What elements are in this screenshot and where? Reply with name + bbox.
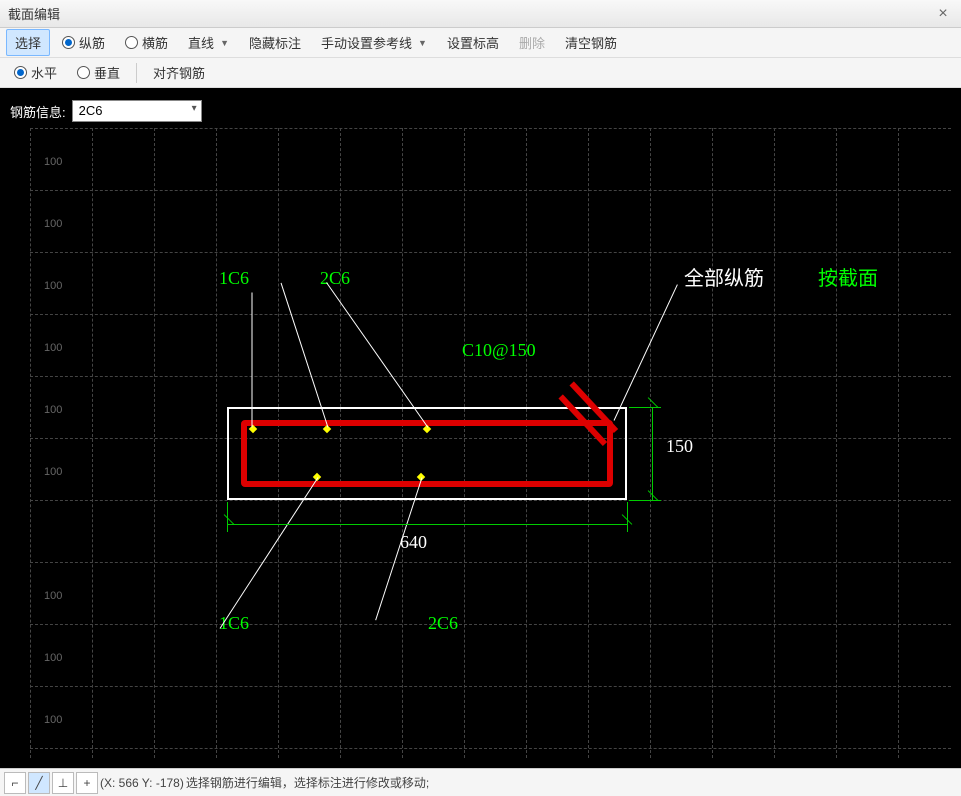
longitudinal-label: 纵筋 (79, 33, 105, 52)
status-coords: (X: 566 Y: -178) (100, 776, 184, 790)
annotation-2c6-bottom[interactable]: 2C6 (428, 613, 458, 634)
toolbar-align: 水平 垂直 对齐钢筋 (0, 58, 961, 88)
grid-label: 100 (44, 714, 62, 726)
grid-line (30, 748, 951, 749)
horizontal-label: 水平 (31, 63, 57, 82)
clear-rebar-button[interactable]: 清空钢筋 (557, 30, 625, 55)
chevron-down-icon: ▼ (220, 38, 229, 48)
dim-ext-line (627, 502, 628, 532)
snap-endpoint-icon[interactable]: ⌐ (4, 772, 26, 794)
grid-label: 100 (44, 466, 62, 478)
radio-icon (125, 36, 138, 49)
radio-icon (14, 66, 27, 79)
grid-line (154, 128, 155, 758)
longitudinal-radio[interactable]: 纵筋 (54, 30, 113, 55)
horizontal-radio[interactable]: 水平 (6, 60, 65, 85)
radio-icon (77, 66, 90, 79)
snap-cross-icon[interactable]: + (76, 772, 98, 794)
grid-line (30, 128, 31, 758)
annotation-c10-150[interactable]: C10@150 (462, 340, 536, 361)
close-icon[interactable]: × (933, 4, 953, 24)
transverse-label: 横筋 (142, 33, 168, 52)
delete-button[interactable]: 删除 (511, 30, 553, 55)
vertical-radio[interactable]: 垂直 (69, 60, 128, 85)
grid-line (216, 128, 217, 758)
canvas[interactable]: 钢筋信息: 2C6 100 100 100 100 100 100 (0, 88, 961, 768)
hide-annotation-button[interactable]: 隐藏标注 (241, 30, 309, 55)
divider (136, 63, 137, 83)
manual-refline-dropdown[interactable]: 手动设置参考线 ▼ (313, 30, 435, 55)
title-bar: 截面编辑 × (0, 0, 961, 28)
grid-line (30, 686, 951, 687)
grid-label: 100 (44, 404, 62, 416)
leader-line (614, 284, 678, 420)
grid-label: 100 (44, 652, 62, 664)
line-label: 直线 (188, 33, 214, 52)
grid-line (30, 376, 951, 377)
align-rebar-button[interactable]: 对齐钢筋 (145, 60, 213, 85)
line-dropdown[interactable]: 直线 ▼ (180, 30, 237, 55)
grid-line (836, 128, 837, 758)
grid-line (30, 562, 951, 563)
annotation-all-longitudinal[interactable]: 全部纵筋 (684, 262, 764, 291)
annotation-2c6-top[interactable]: 2C6 (320, 268, 350, 289)
leader-line (252, 293, 253, 428)
dim-line-width (227, 524, 627, 525)
grid-line (30, 190, 951, 191)
manual-refline-label: 手动设置参考线 (321, 33, 412, 52)
leader-line (326, 282, 428, 428)
grid-line (774, 128, 775, 758)
grid-label: 100 (44, 342, 62, 354)
rebar-info-label: 钢筋信息: (10, 102, 66, 121)
annotation-by-section[interactable]: 按截面 (818, 262, 878, 291)
dim-line-height (652, 407, 653, 500)
dim-height-value[interactable]: 150 (666, 436, 693, 457)
grid-label: 100 (44, 156, 62, 168)
leader-line (281, 283, 329, 428)
grid-line (30, 128, 951, 129)
grid-line (30, 500, 951, 501)
vertical-label: 垂直 (94, 63, 120, 82)
status-bar: ⌐ ╱ ⊥ + (X: 566 Y: -178) 选择钢筋进行编辑，选择标注进行… (0, 768, 961, 796)
grid-line (712, 128, 713, 758)
grid-line (30, 314, 951, 315)
snap-perpendicular-icon[interactable]: ⊥ (52, 772, 74, 794)
grid-label: 100 (44, 218, 62, 230)
grid: 100 100 100 100 100 100 100 100 100 1C6 … (30, 128, 951, 758)
grid-label: 100 (44, 280, 62, 292)
rebar-info-dropdown[interactable]: 2C6 (72, 100, 202, 122)
annotation-1c6-top[interactable]: 1C6 (219, 268, 249, 289)
dim-width-value[interactable]: 640 (400, 532, 427, 553)
grid-line (30, 624, 951, 625)
grid-line (650, 128, 651, 758)
transverse-radio[interactable]: 横筋 (117, 30, 176, 55)
set-elevation-button[interactable]: 设置标高 (439, 30, 507, 55)
snap-line-icon[interactable]: ╱ (28, 772, 50, 794)
grid-line (30, 252, 951, 253)
status-hint: 选择钢筋进行编辑，选择标注进行修改或移动; (186, 774, 429, 791)
window-title: 截面编辑 (8, 4, 60, 23)
grid-label: 100 (44, 590, 62, 602)
chevron-down-icon: ▼ (418, 38, 427, 48)
grid-line (92, 128, 93, 758)
toolbar-main: 选择 纵筋 横筋 直线 ▼ 隐藏标注 手动设置参考线 ▼ 设置标高 删除 清空钢… (0, 28, 961, 58)
radio-icon (62, 36, 75, 49)
rebar-info-bar: 钢筋信息: 2C6 (10, 100, 202, 122)
select-button[interactable]: 选择 (6, 29, 50, 56)
grid-line (898, 128, 899, 758)
